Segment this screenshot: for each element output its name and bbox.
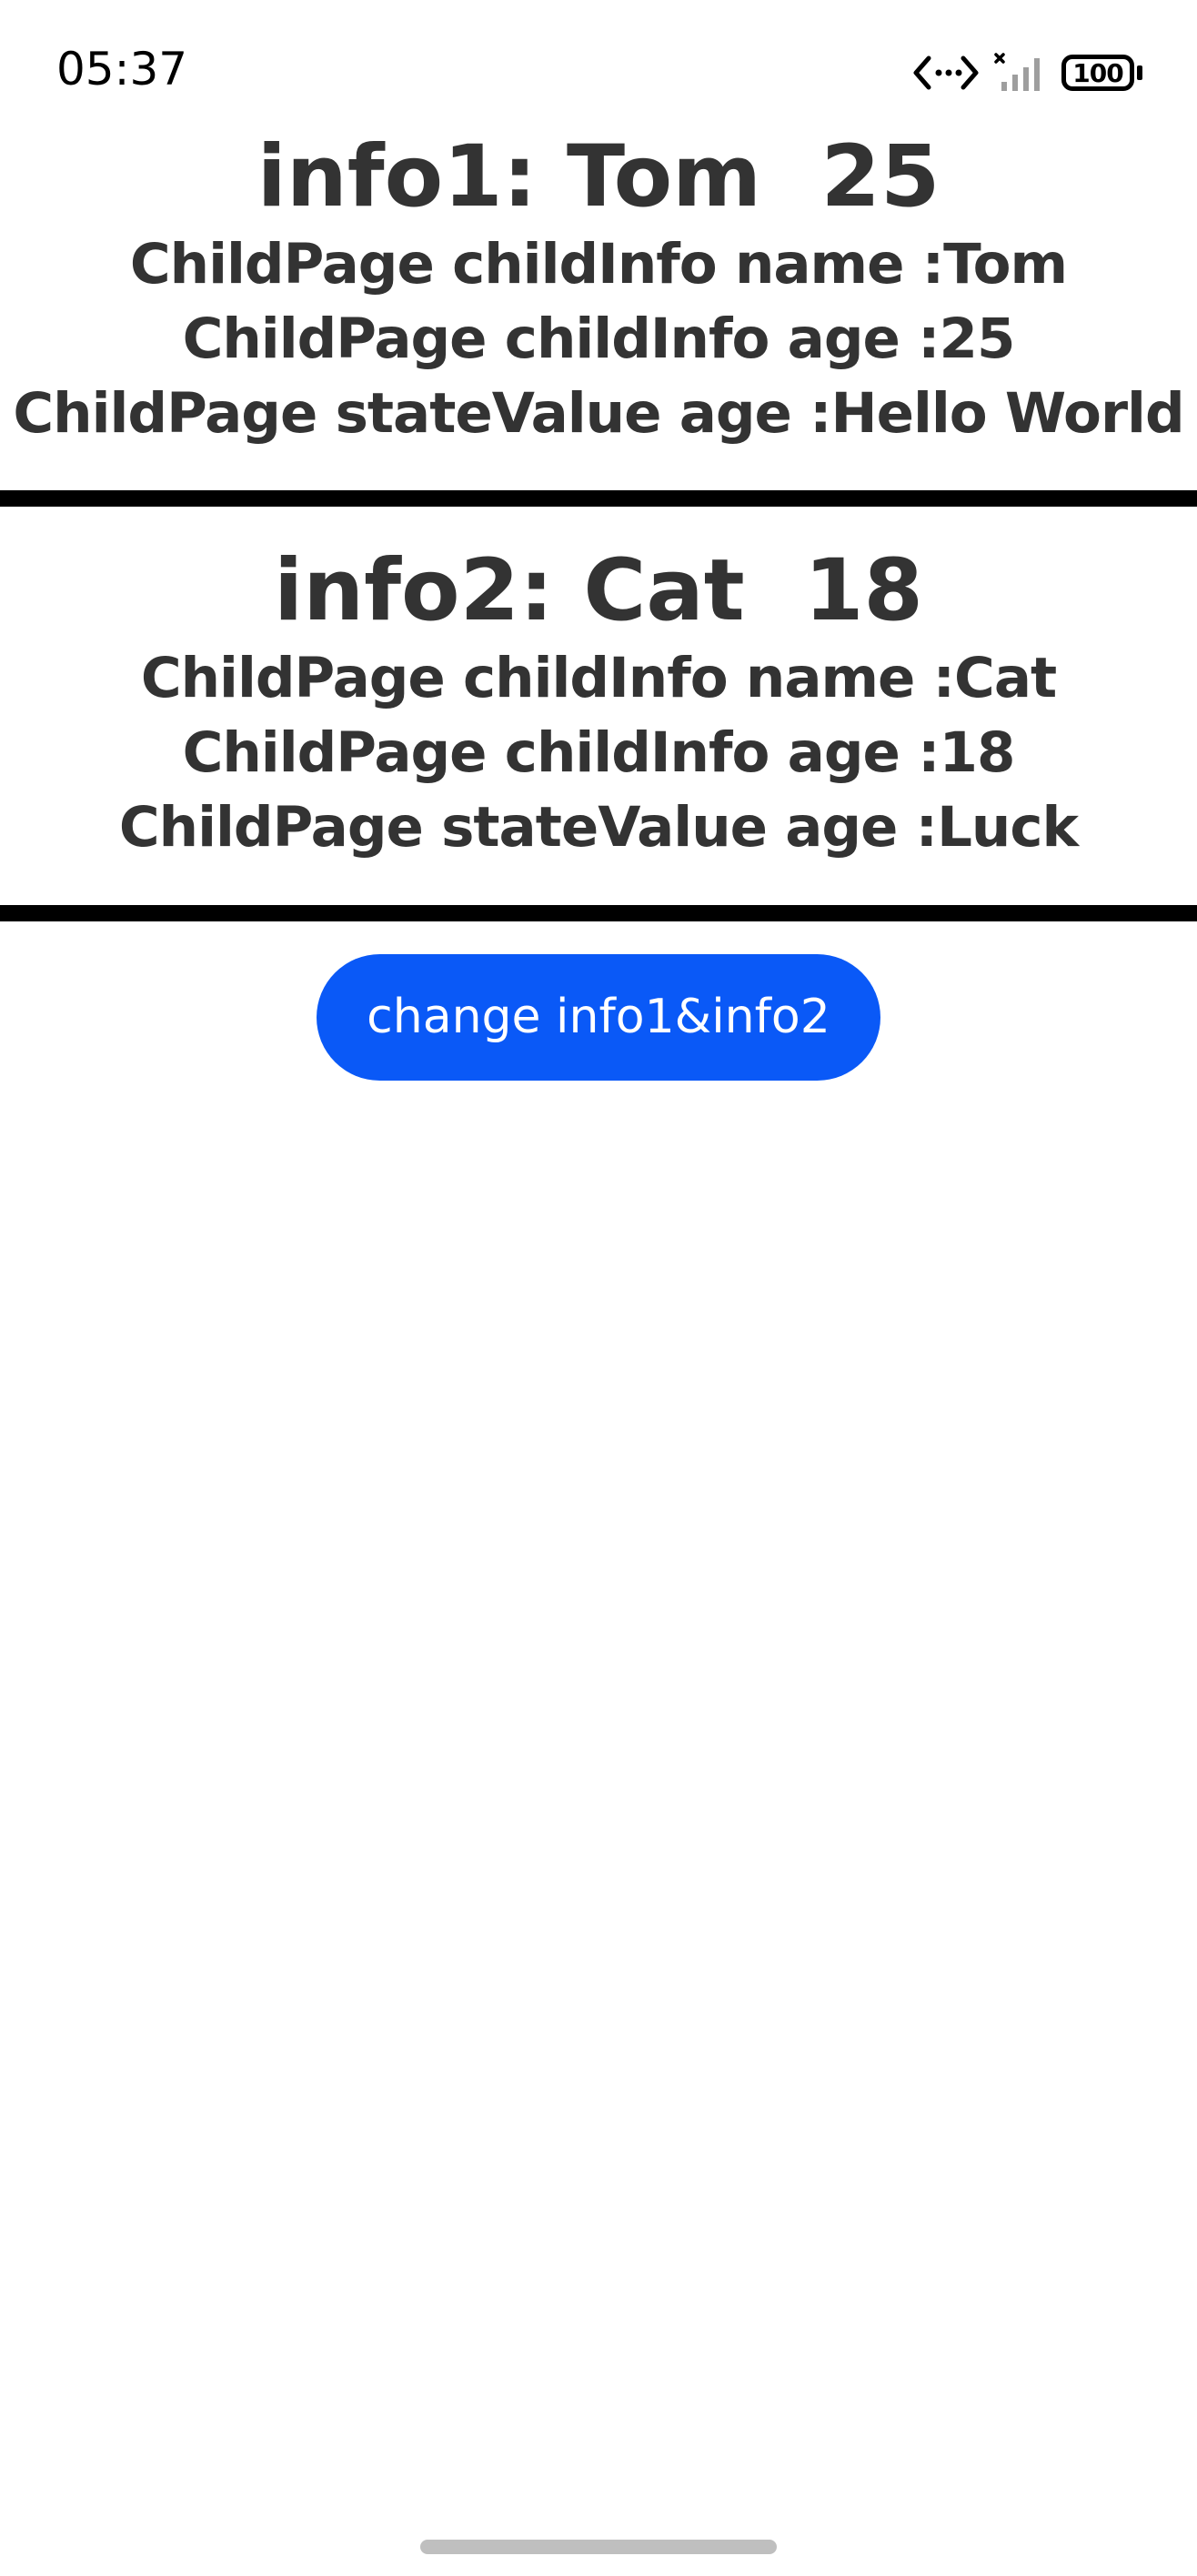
info1-child-age: ChildPage childInfo age :25 xyxy=(182,307,1016,371)
battery-icon: 100 xyxy=(1061,55,1142,91)
info2-state-value: ChildPage stateValue age :Luck xyxy=(118,795,1079,860)
info1-section: info1: Tom 25 ChildPage childInfo name :… xyxy=(0,127,1197,451)
info1-title: info1: Tom 25 xyxy=(256,127,940,226)
status-icons: 100 xyxy=(912,45,1142,100)
battery-tip xyxy=(1137,65,1142,80)
divider-2 xyxy=(0,905,1197,921)
change-info-button[interactable]: change info1&info2 xyxy=(317,954,880,1081)
status-bar: 05:37 100 xyxy=(0,0,1197,136)
status-time: 05:37 xyxy=(56,43,188,96)
battery-level: 100 xyxy=(1061,55,1134,91)
info2-child-age: ChildPage childInfo age :18 xyxy=(182,720,1016,785)
info2-title: info2: Cat 18 xyxy=(274,541,923,640)
data-transfer-icon xyxy=(912,53,980,93)
divider-1 xyxy=(0,490,1197,507)
info2-child-name: ChildPage childInfo name :Cat xyxy=(140,646,1057,710)
home-indicator[interactable] xyxy=(420,2540,777,2554)
signal-icon xyxy=(992,51,1049,95)
info1-state-value: ChildPage stateValue age :Hello World xyxy=(13,381,1184,446)
info1-child-name: ChildPage childInfo name :Tom xyxy=(129,232,1068,297)
info2-section: info2: Cat 18 ChildPage childInfo name :… xyxy=(0,541,1197,865)
